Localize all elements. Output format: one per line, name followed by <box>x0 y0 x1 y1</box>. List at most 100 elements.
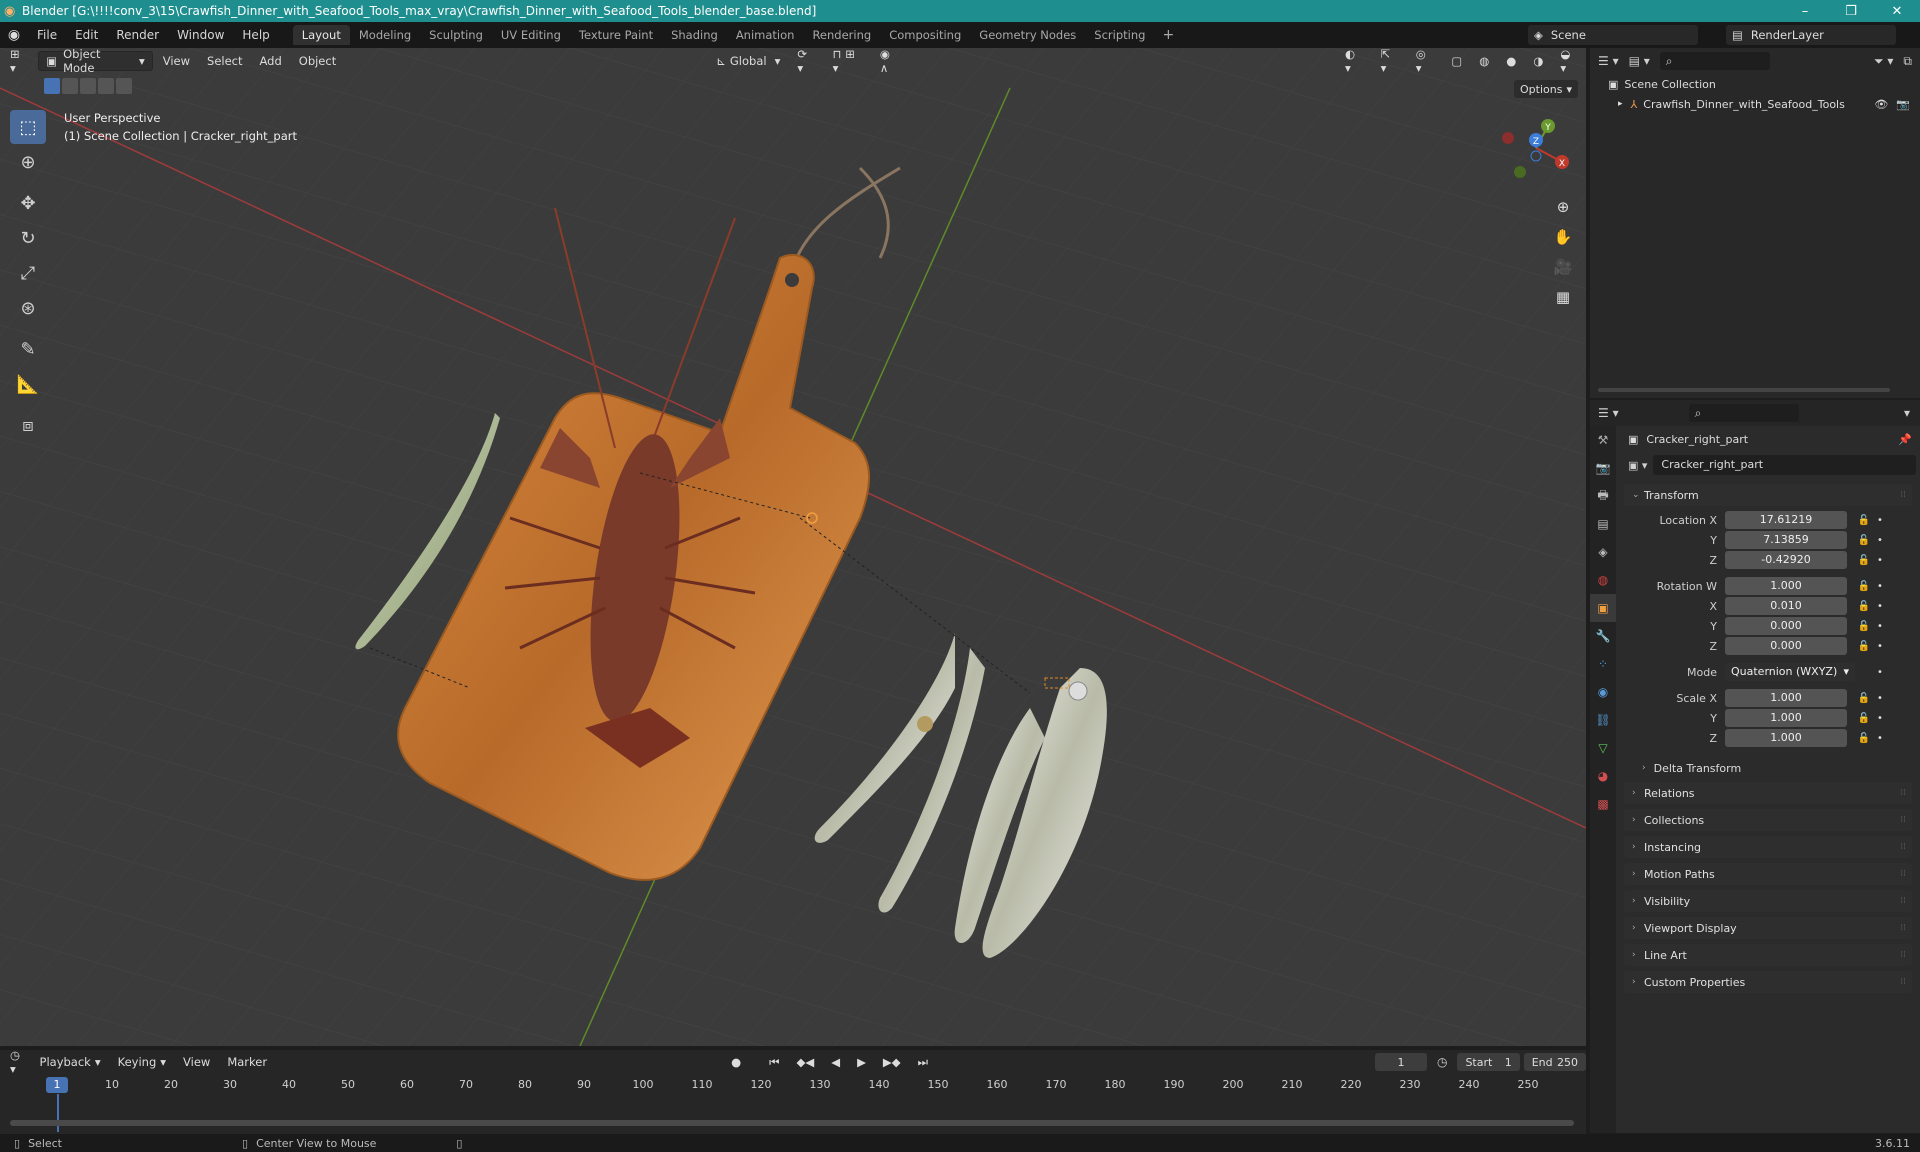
select-box-tool-icon[interactable]: ⬚ <box>10 110 46 144</box>
menu-add[interactable]: Add <box>253 51 289 71</box>
shading-rendered-icon[interactable]: ◒ ▾ <box>1553 48 1586 75</box>
menu-marker[interactable]: Marker <box>220 1052 274 1072</box>
lock-icon[interactable]: 🔓 <box>1855 713 1873 724</box>
pin-icon[interactable]: 📌 <box>1898 433 1912 446</box>
data-tab-icon[interactable]: ▽ <box>1590 734 1616 762</box>
pivot-icon[interactable]: ⟳ ▾ <box>790 48 822 75</box>
view-layer-tab-icon[interactable]: ▤ <box>1590 510 1616 538</box>
camera-icon[interactable]: 📷 <box>1896 98 1910 111</box>
display-mode-icon[interactable]: ▤ ▾ <box>1629 54 1650 68</box>
outliner-row-collection[interactable]: ▸ ⅄ Crawfish_Dinner_with_Seafood_Tools 👁… <box>1590 94 1920 114</box>
maximize-icon[interactable]: ❐ <box>1828 4 1874 19</box>
rotation-w-field[interactable]: 1.000 <box>1725 577 1847 595</box>
lock-icon[interactable]: 🔓 <box>1855 693 1873 704</box>
timeline-scrollbar[interactable] <box>10 1120 1574 1126</box>
tab-compositing[interactable]: Compositing <box>880 25 970 45</box>
editor-type-icon[interactable]: ☰ ▾ <box>1598 406 1619 420</box>
rotation-z-field[interactable]: 0.000 <box>1725 637 1847 655</box>
view-layer-selector[interactable]: ▤ RenderLayer <box>1726 25 1896 45</box>
instancing-panel-header[interactable]: › Instancing ⁞⁞ <box>1624 836 1912 858</box>
scale-tool-icon[interactable]: ⤢ <box>10 256 46 290</box>
menu-view[interactable]: View <box>156 51 197 71</box>
outliner-row-scene-collection[interactable]: ▣ Scene Collection <box>1590 74 1920 94</box>
line-art-panel-header[interactable]: › Line Art ⁞⁞ <box>1624 944 1912 966</box>
object-type-icon[interactable]: ▣ ▾ <box>1628 459 1647 472</box>
eye-icon[interactable]: 👁 <box>1874 98 1888 111</box>
keyframe-dot-icon[interactable]: • <box>1873 713 1887 724</box>
menu-select[interactable]: Select <box>200 51 249 71</box>
menu-file[interactable]: File <box>28 28 66 42</box>
lock-icon[interactable]: 🔓 <box>1855 535 1873 546</box>
properties-search-field[interactable]: ⌕ <box>1688 404 1799 422</box>
lock-icon[interactable]: 🔓 <box>1855 733 1873 744</box>
drag-grip-icon[interactable]: ⁞⁞ <box>1900 896 1906 906</box>
menu-object[interactable]: Object <box>292 51 343 71</box>
texture-tab-icon[interactable]: ▩ <box>1590 790 1616 818</box>
add-cube-tool-icon[interactable]: ⧈ <box>10 408 46 442</box>
tab-modeling[interactable]: Modeling <box>350 25 420 45</box>
keyframe-dot-icon[interactable]: • <box>1873 667 1887 678</box>
scene-tab-icon[interactable]: ◈ <box>1590 538 1616 566</box>
current-frame-field[interactable]: 1 <box>1374 1053 1427 1071</box>
visibility-panel-header[interactable]: › Visibility ⁞⁞ <box>1624 890 1912 912</box>
jump-end-icon[interactable]: ⏭ <box>911 1052 935 1072</box>
location-y-field[interactable]: 7.13859 <box>1725 531 1847 549</box>
tab-layout[interactable]: Layout <box>292 25 350 45</box>
drag-grip-icon[interactable]: ⁞⁞ <box>1900 869 1906 879</box>
keyframe-dot-icon[interactable]: • <box>1873 641 1887 652</box>
material-tab-icon[interactable]: ◕ <box>1590 762 1616 790</box>
pan-hand-icon[interactable]: ✋ <box>1550 224 1576 250</box>
lock-icon[interactable]: 🔓 <box>1855 621 1873 632</box>
3d-viewport[interactable]: ⊞ ▾ ▣ Object Mode ▾ View Select Add Obje… <box>0 48 1586 1046</box>
select-intersect-icon[interactable] <box>116 78 132 94</box>
drag-grip-icon[interactable]: ⁞⁞ <box>1900 950 1906 960</box>
editor-type-icon[interactable]: ☰ ▾ <box>1598 54 1619 68</box>
tab-scripting[interactable]: Scripting <box>1085 25 1154 45</box>
viewport-display-panel-header[interactable]: › Viewport Display ⁞⁞ <box>1624 917 1912 939</box>
overlay-toggle-icon[interactable]: ◎ ▾ <box>1409 48 1442 75</box>
tab-uv-editing[interactable]: UV Editing <box>492 25 570 45</box>
rotation-mode-dropdown[interactable]: Quaternion (WXYZ) ▾ <box>1725 663 1855 681</box>
relations-panel-header[interactable]: › Relations ⁞⁞ <box>1624 782 1912 804</box>
menu-keying[interactable]: Keying ▾ <box>111 1052 173 1072</box>
object-tab-icon[interactable]: ▣ <box>1590 594 1616 622</box>
keyframe-dot-icon[interactable]: • <box>1873 621 1887 632</box>
lock-icon[interactable]: 🔓 <box>1855 581 1873 592</box>
filter-icon[interactable]: ⏷ ▾ <box>1874 54 1893 69</box>
tab-animation[interactable]: Animation <box>727 25 804 45</box>
preview-range-icon[interactable]: ◷ <box>1437 1055 1447 1069</box>
output-tab-icon[interactable]: 🖶 <box>1590 482 1616 510</box>
tab-rendering[interactable]: Rendering <box>803 25 880 45</box>
tool-tab-icon[interactable]: ⚒ <box>1590 426 1616 454</box>
menu-window[interactable]: Window <box>168 28 233 42</box>
new-collection-icon[interactable]: ⧉ <box>1903 54 1912 69</box>
keyframe-dot-icon[interactable]: • <box>1873 581 1887 592</box>
menu-playback[interactable]: Playback ▾ <box>33 1052 108 1072</box>
menu-render[interactable]: Render <box>107 28 168 42</box>
xray-icon[interactable]: ▢ <box>1444 51 1469 71</box>
select-subtract-icon[interactable] <box>80 78 96 94</box>
gizmo-toggle-icon[interactable]: ⇱ ▾ <box>1374 48 1406 75</box>
collections-panel-header[interactable]: › Collections ⁞⁞ <box>1624 809 1912 831</box>
keyframe-dot-icon[interactable]: • <box>1873 733 1887 744</box>
location-z-field[interactable]: -0.42920 <box>1725 551 1847 569</box>
particles-tab-icon[interactable]: ⁘ <box>1590 650 1616 678</box>
frame-ruler[interactable]: 1 10 20 30 40 50 60 70 80 90 100 110 120… <box>10 1076 1580 1096</box>
visibility-icon[interactable]: ◐ ▾ <box>1338 48 1371 75</box>
tab-shading[interactable]: Shading <box>662 25 727 45</box>
proportional-edit-icon[interactable]: ◉ ∧ <box>873 48 908 75</box>
lock-icon[interactable]: 🔓 <box>1855 515 1873 526</box>
transform-panel-header[interactable]: ⌄ Transform ⁞⁞ <box>1624 484 1912 506</box>
scale-y-field[interactable]: 1.000 <box>1725 709 1847 727</box>
scale-z-field[interactable]: 1.000 <box>1725 729 1847 747</box>
modifier-tab-icon[interactable]: 🔧 <box>1590 622 1616 650</box>
render-tab-icon[interactable]: 📷 <box>1590 454 1616 482</box>
select-new-icon[interactable] <box>44 78 60 94</box>
custom-properties-panel-header[interactable]: › Custom Properties ⁞⁞ <box>1624 971 1912 993</box>
move-tool-icon[interactable]: ✥ <box>10 186 46 220</box>
options-dropdown[interactable]: Options ▾ <box>1514 80 1578 98</box>
orientation-selector[interactable]: ⊾ Global ▾ <box>709 51 787 71</box>
keyframe-dot-icon[interactable]: • <box>1873 555 1887 566</box>
camera-view-icon[interactable]: 🎥 <box>1550 254 1576 280</box>
transform-tool-icon[interactable]: ⊛ <box>10 291 46 325</box>
